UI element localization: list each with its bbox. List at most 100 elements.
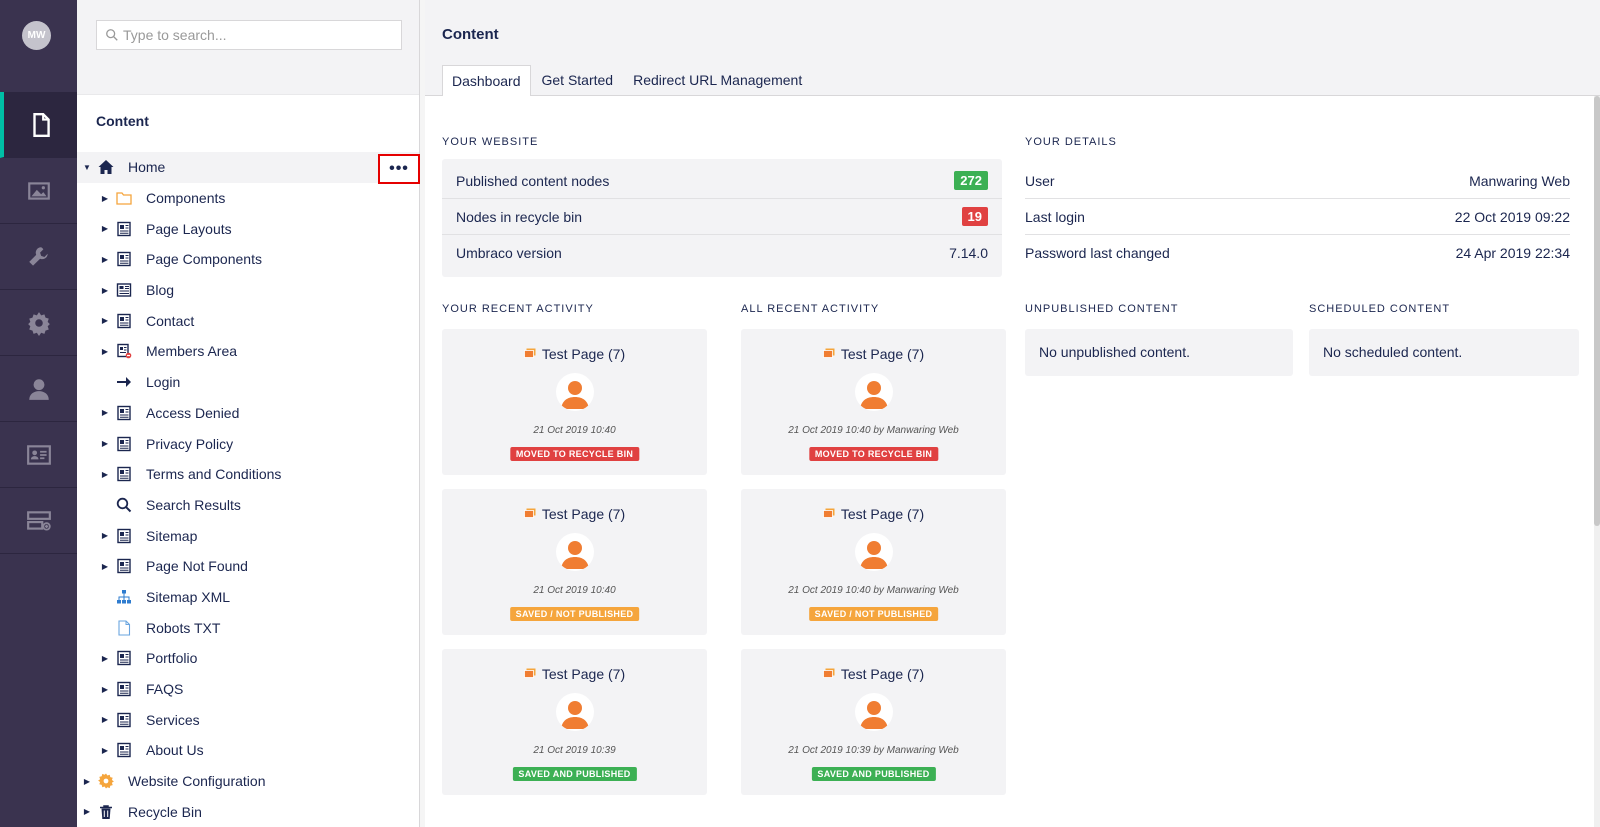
details-last-login-value: 22 Oct 2019 09:22: [1454, 208, 1570, 225]
caret-right-icon[interactable]: ▶: [100, 224, 110, 233]
caret-right-icon[interactable]: ▶: [100, 685, 110, 694]
document-icon: [32, 112, 50, 137]
tab-get-started[interactable]: Get Started: [533, 65, 623, 97]
page-layout-icon: [115, 680, 133, 698]
caret-right-icon[interactable]: ▶: [100, 255, 110, 264]
tree-item[interactable]: ▶ Portfolio: [77, 643, 419, 674]
your-details-label: YOUR DETAILS: [1025, 136, 1117, 148]
folder-icon: [115, 189, 133, 207]
your-recent-activity-label: YOUR RECENT ACTIVITY: [442, 303, 594, 315]
tree-search-box[interactable]: [96, 20, 402, 50]
tree-item-label: Blog: [146, 282, 175, 299]
tree-item-label: FAQS: [146, 681, 184, 698]
caret-right-icon[interactable]: ▶: [100, 654, 110, 663]
page-title: Content: [442, 26, 499, 43]
tree-item[interactable]: Sitemap XML: [77, 582, 419, 613]
your-activity-card[interactable]: Test Page (7) 21 Oct 2019 10:39 SAVED AND …: [442, 649, 707, 795]
page-layout-icon: [115, 312, 133, 330]
caret-right-icon[interactable]: ▶: [100, 531, 110, 540]
details-user-key: User: [1025, 172, 1055, 189]
tree-item[interactable]: ▶ Blog: [77, 275, 419, 306]
tree-item-label: Recycle Bin: [128, 803, 202, 820]
tree-item[interactable]: ▶ Services: [77, 704, 419, 735]
tree-item[interactable]: Login: [77, 367, 419, 398]
page-layout-icon: [115, 557, 133, 575]
arrow-right-icon: [115, 373, 133, 391]
avatar: [854, 533, 893, 571]
tree-item[interactable]: ▼ Home: [77, 152, 419, 183]
tree-item[interactable]: ▶ Contact: [77, 305, 419, 336]
tree-item[interactable]: ▶ About Us: [77, 735, 419, 766]
page-layout-icon: [115, 435, 133, 453]
tree-item[interactable]: Search Results: [77, 490, 419, 521]
published-nodes-badge: 272: [954, 171, 988, 190]
your-activity-card[interactable]: Test Page (7) 21 Oct 2019 10:40 MOVED TO R…: [442, 329, 707, 475]
all-activity-card[interactable]: Test Page (7) 21 Oct 2019 10:39 by Manwar…: [741, 649, 1006, 795]
details-user-value: Manwaring Web: [1469, 172, 1570, 189]
section-media[interactable]: [0, 158, 77, 224]
caret-right-icon[interactable]: ▶: [100, 194, 110, 203]
tree-item[interactable]: ▶ Page Not Found: [77, 551, 419, 582]
caret-right-icon[interactable]: ▶: [100, 746, 110, 755]
avatar: [555, 693, 594, 731]
details-password-key: Password last changed: [1025, 245, 1170, 261]
section-members[interactable]: [0, 422, 77, 488]
tree-item[interactable]: ▶ FAQS: [77, 674, 419, 705]
caret-right-icon[interactable]: ▶: [100, 562, 110, 571]
trash-icon: [97, 803, 115, 821]
page-layout-icon: [115, 649, 133, 667]
tree-item[interactable]: ▶ Page Components: [77, 244, 419, 275]
caret-right-icon[interactable]: ▶: [100, 316, 110, 325]
tree-item[interactable]: ▶ Components: [77, 183, 419, 214]
caret-right-icon[interactable]: ▶: [100, 408, 110, 417]
activity-title-text: Test Page (7): [541, 506, 626, 522]
section-rail: MW: [0, 0, 77, 827]
page-layout-icon: [115, 465, 133, 483]
tree-item[interactable]: Robots TXT: [77, 612, 419, 643]
recycle-nodes-row: Nodes in recycle bin 19: [442, 199, 1002, 235]
caret-right-icon[interactable]: ▶: [100, 286, 110, 295]
page-icon: [523, 346, 542, 362]
tab-redirect-url-management[interactable]: Redirect URL Management: [624, 65, 811, 97]
main-scrollbar[interactable]: [1594, 96, 1600, 827]
activity-title: Test Page (7): [442, 506, 707, 522]
tree-item[interactable]: ▶ Page Layouts: [77, 213, 419, 244]
section-forms[interactable]: [0, 488, 77, 554]
avatar: [854, 373, 893, 411]
sitemap-icon: [115, 588, 133, 606]
tree-search-input[interactable]: [123, 27, 383, 43]
caret-right-icon[interactable]: ▶: [82, 777, 92, 786]
tree-item[interactable]: ▶ Access Denied: [77, 398, 419, 429]
caret-right-icon[interactable]: ▶: [100, 347, 110, 356]
caret-right-icon[interactable]: ▶: [100, 715, 110, 724]
tab-dashboard[interactable]: Dashboard: [442, 65, 531, 97]
status-badge: SAVED / NOT PUBLISHED: [808, 607, 939, 621]
tree-item[interactable]: ▶ Recycle Bin: [77, 796, 419, 827]
caret-down-icon[interactable]: ▼: [82, 163, 92, 172]
section-content[interactable]: [0, 92, 77, 158]
tree-item[interactable]: ▶ Members Area: [77, 336, 419, 367]
tree-item[interactable]: ▶ Privacy Policy: [77, 428, 419, 459]
caret-right-icon[interactable]: ▶: [82, 807, 92, 816]
caret-right-icon[interactable]: ▶: [100, 439, 110, 448]
file-icon: [115, 619, 133, 637]
dashboard-body: YOUR WEBSITE Published content nodes 272…: [425, 96, 1600, 827]
your-activity-card[interactable]: Test Page (7) 21 Oct 2019 10:40 SAVED / NO…: [442, 489, 707, 635]
wrench-icon: [28, 246, 48, 266]
tree-item[interactable]: ▶ Terms and Conditions: [77, 459, 419, 490]
main-scrollbar-thumb[interactable]: [1594, 96, 1600, 526]
section-users[interactable]: [0, 356, 77, 422]
node-actions-button[interactable]: •••: [378, 154, 420, 184]
details-password-value: 24 Apr 2019 22:34: [1455, 245, 1570, 261]
all-activity-card[interactable]: Test Page (7) 21 Oct 2019 10:40 by Manwar…: [741, 329, 1006, 475]
tree-item[interactable]: ▶ Sitemap: [77, 520, 419, 551]
tree-item[interactable]: ▶ Website Configuration: [77, 766, 419, 797]
user-avatar[interactable]: MW: [22, 21, 51, 50]
section-developer[interactable]: [0, 290, 77, 356]
section-settings[interactable]: [0, 224, 77, 290]
status-badge: MOVED TO RECYCLE BIN: [509, 447, 640, 461]
unpublished-content-label: UNPUBLISHED CONTENT: [1025, 303, 1179, 315]
caret-right-icon[interactable]: ▶: [100, 470, 110, 479]
all-activity-card[interactable]: Test Page (7) 21 Oct 2019 10:40 by Manwar…: [741, 489, 1006, 635]
page-icon: [822, 666, 841, 682]
